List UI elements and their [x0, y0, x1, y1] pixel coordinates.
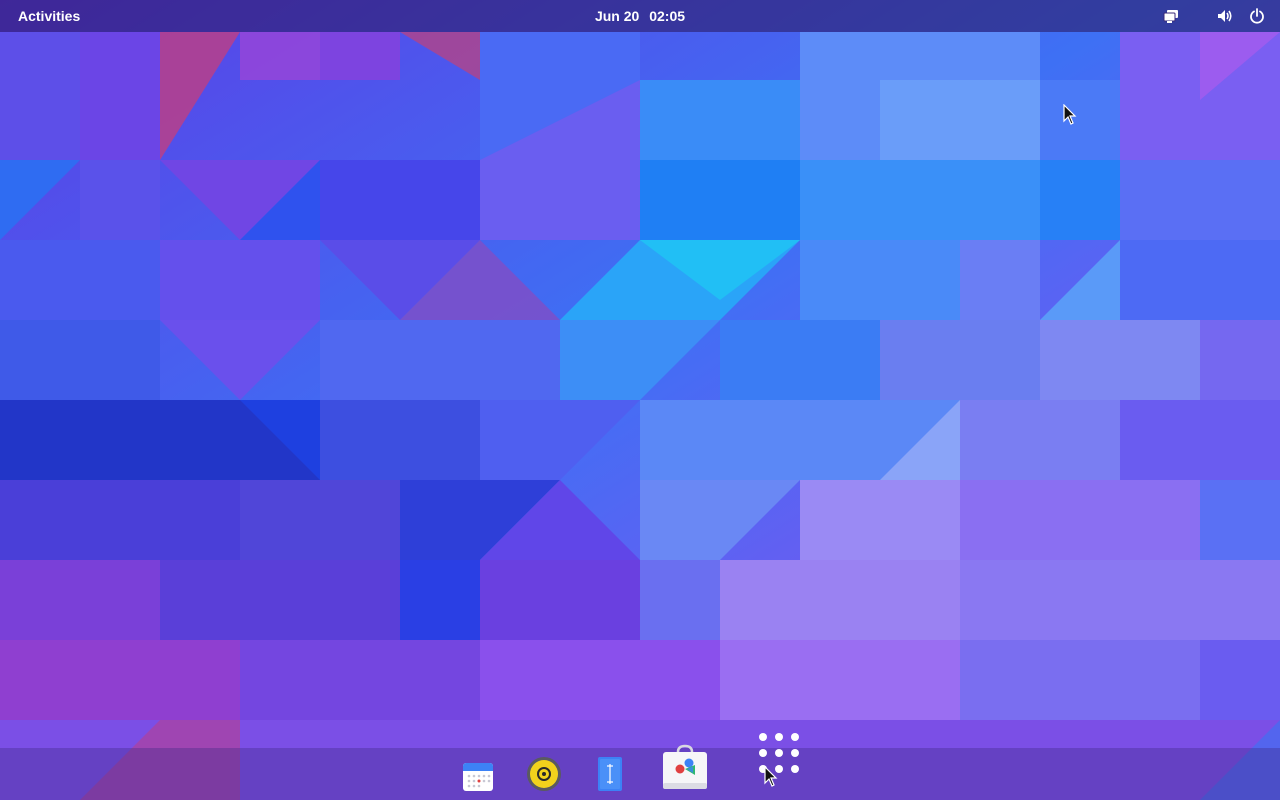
top-bar: Activities Jun 20 02:05: [0, 0, 1280, 32]
rhythmbox-app-icon[interactable]: [524, 754, 564, 794]
calendar-app-icon[interactable]: [458, 756, 498, 796]
screen-share-icon[interactable]: [1158, 3, 1184, 29]
system-tray[interactable]: [1152, 0, 1270, 32]
desktop[interactable]: Activities Jun 20 02:05: [0, 0, 1280, 800]
time-label: 02:05: [649, 8, 686, 24]
date-time-button[interactable]: Jun 20 02:05: [560, 0, 720, 32]
volume-icon[interactable]: [1212, 3, 1238, 29]
activities-button[interactable]: Activities: [10, 0, 88, 32]
text-editor-app-icon[interactable]: [590, 754, 630, 794]
software-store-app-icon[interactable]: [658, 740, 712, 794]
dock: [0, 733, 1280, 800]
date-label: Jun 20: [594, 8, 640, 24]
show-applications-icon[interactable]: [752, 726, 804, 778]
power-icon[interactable]: [1244, 3, 1270, 29]
wallpaper-background: [0, 0, 1280, 800]
